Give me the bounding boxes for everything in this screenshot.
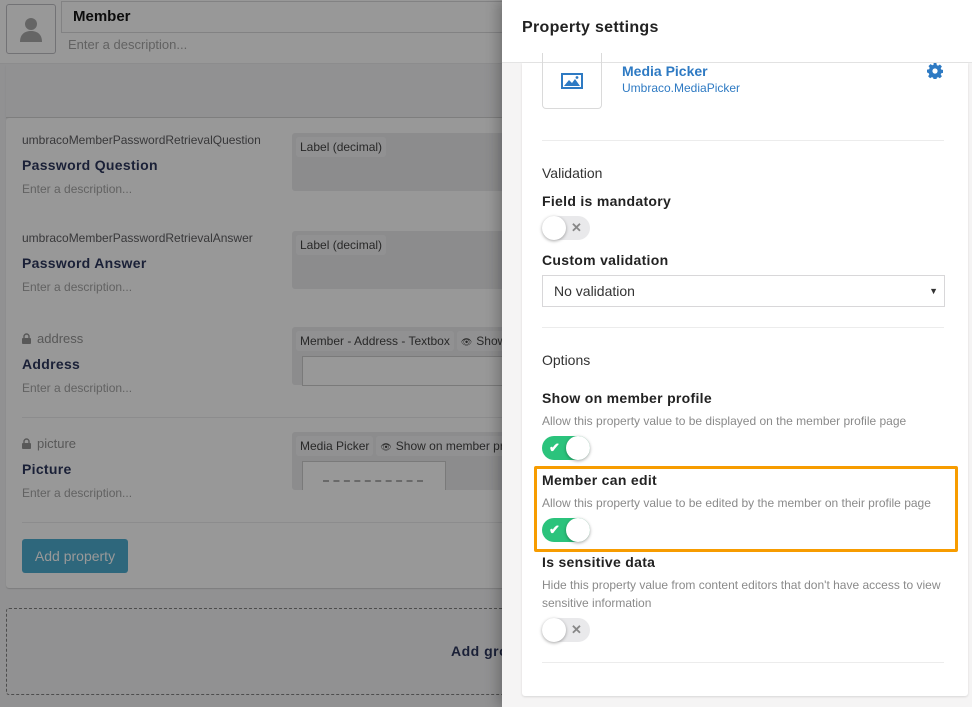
- panel-title: Property settings: [522, 19, 659, 36]
- modal-backdrop[interactable]: [0, 0, 502, 707]
- custom-validation-label: Custom validation: [542, 252, 669, 268]
- show-on-profile-description: Allow this property value to be displaye…: [542, 414, 907, 428]
- divider: [542, 327, 944, 328]
- show-on-profile-label: Show on member profile: [542, 390, 712, 406]
- custom-validation-value: No validation: [554, 283, 635, 299]
- validation-section-title: Validation: [542, 165, 603, 181]
- options-section-title: Options: [542, 352, 591, 368]
- property-editor-picker[interactable]: [542, 53, 602, 109]
- panel-body: Media Picker Umbraco.MediaPicker Validat…: [522, 53, 968, 696]
- member-can-edit-label: Member can edit: [542, 472, 657, 488]
- x-icon: ✕: [571, 220, 582, 235]
- custom-validation-select[interactable]: No validation ▼: [542, 275, 945, 307]
- is-sensitive-label: Is sensitive data: [542, 554, 656, 570]
- is-sensitive-description: Hide this property value from content ed…: [542, 578, 941, 610]
- property-editor-alias[interactable]: Umbraco.MediaPicker: [622, 81, 740, 95]
- toggle-knob: [542, 618, 566, 642]
- member-can-edit-toggle[interactable]: ✔: [542, 518, 590, 542]
- image-icon: [561, 72, 583, 89]
- check-icon: ✔: [549, 522, 560, 537]
- toggle-knob: [566, 518, 590, 542]
- property-settings-panel: Property settings Media Picker Umbraco.M…: [502, 0, 972, 707]
- x-icon: ✕: [571, 622, 582, 637]
- member-can-edit-description: Allow this property value to be edited b…: [542, 496, 931, 510]
- field-mandatory-label: Field is mandatory: [542, 193, 672, 209]
- toggle-knob: [566, 436, 590, 460]
- gear-icon[interactable]: [927, 63, 943, 79]
- check-icon: ✔: [549, 440, 560, 455]
- caret-down-icon: ▼: [929, 286, 938, 296]
- field-mandatory-toggle[interactable]: ✕: [542, 216, 590, 240]
- divider: [542, 140, 944, 141]
- show-on-profile-toggle[interactable]: ✔: [542, 436, 590, 460]
- divider: [542, 662, 944, 663]
- is-sensitive-toggle[interactable]: ✕: [542, 618, 590, 642]
- toggle-knob: [542, 216, 566, 240]
- property-editor-name[interactable]: Media Picker: [622, 63, 708, 79]
